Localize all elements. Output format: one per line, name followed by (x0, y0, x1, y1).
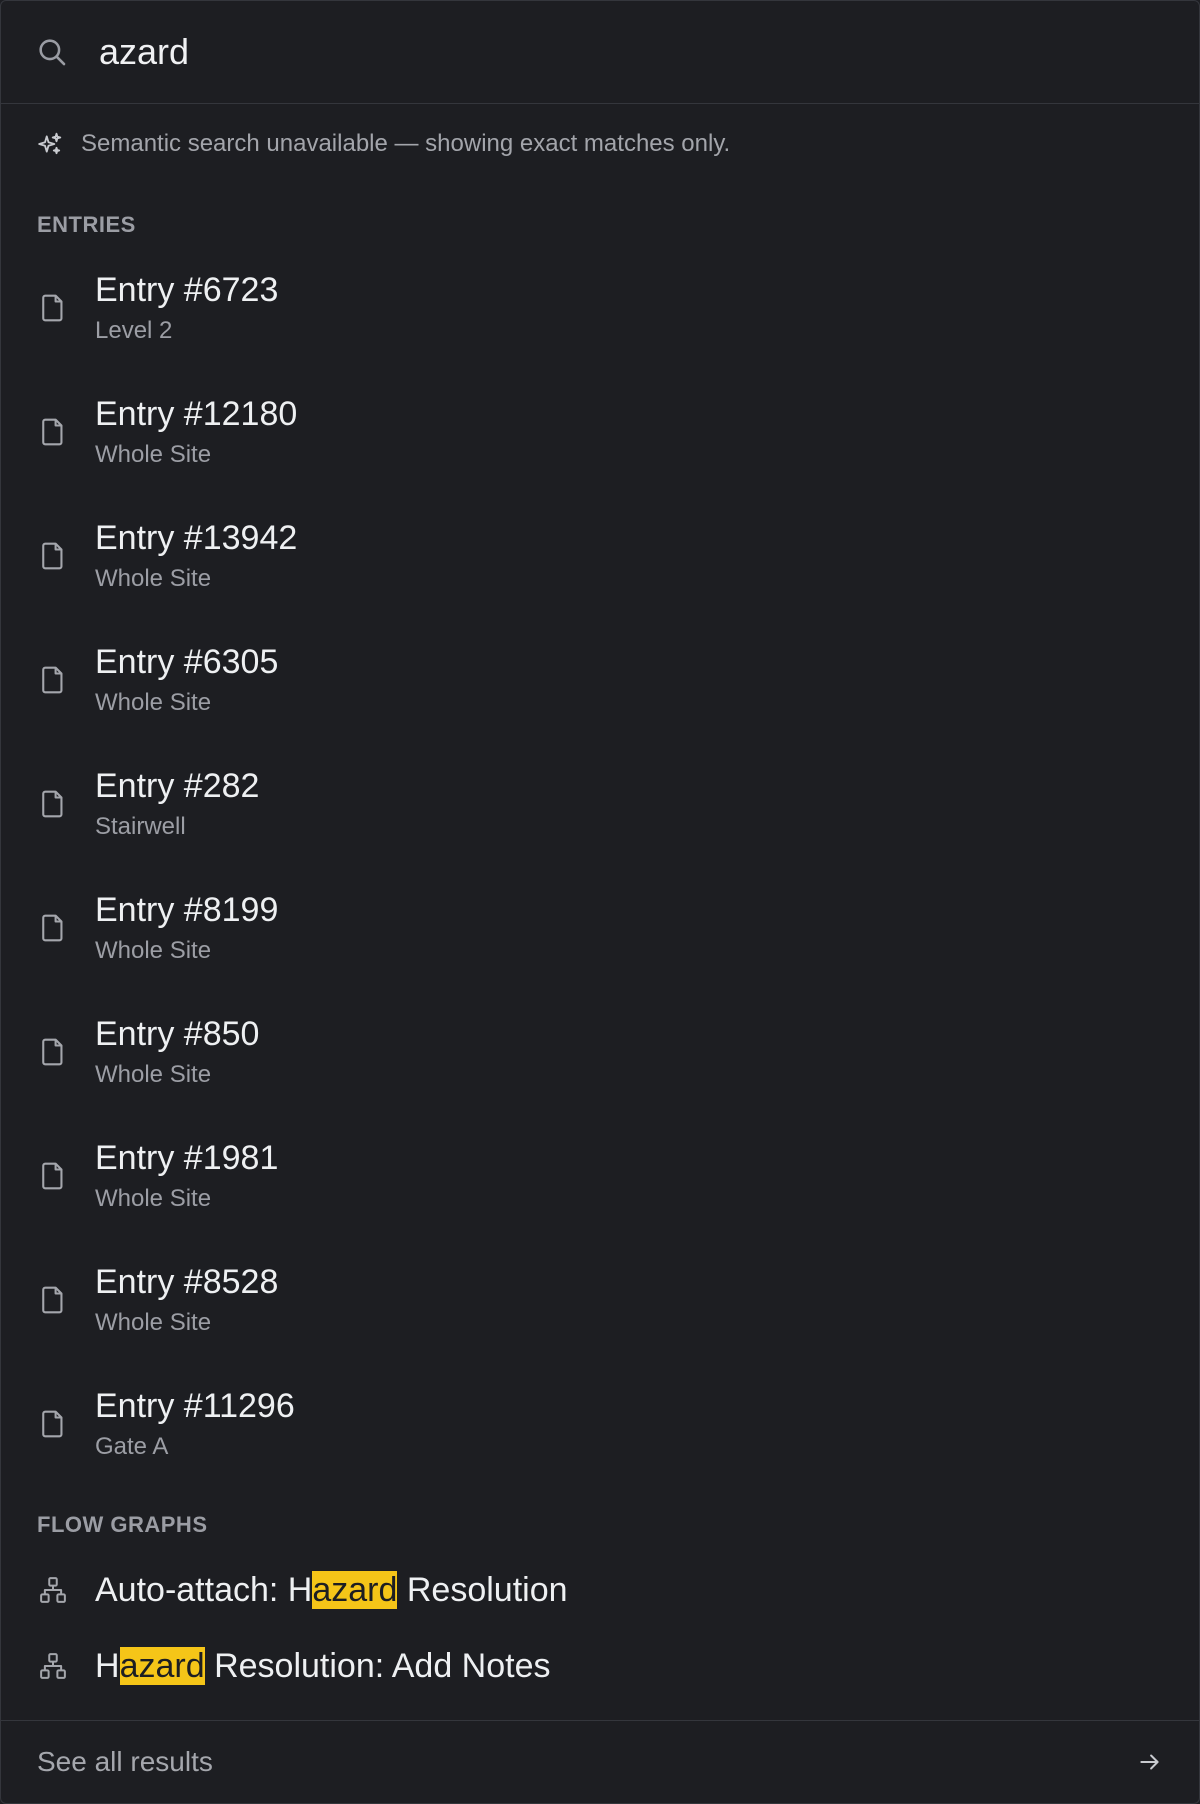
search-palette: Semantic search unavailable — showing ex… (0, 0, 1200, 1804)
document-icon (40, 1284, 66, 1316)
entry-location: Whole Site (95, 937, 212, 964)
entry-location: Whole Site (95, 565, 212, 592)
entry-row[interactable]: Entry #11296 Gate A (1, 1362, 1199, 1486)
flow-graph-row[interactable]: Hazard Resolution: Add Notes (1, 1628, 1199, 1704)
entry-location: Whole Site (95, 1061, 212, 1088)
entries-heading: ENTRIES (37, 212, 136, 237)
semantic-search-notice: Semantic search unavailable — showing ex… (1, 104, 1199, 184)
entry-text: Entry #11296 Gate A (95, 1385, 295, 1463)
entry-row[interactable]: Entry #13942 Whole Site (1, 494, 1199, 618)
entries-list: Entry #6723 Level 2 Entry #12180 Whole S… (1, 246, 1199, 1486)
flow-title-suffix: Resolution: Add Notes (204, 1646, 551, 1685)
entry-location: Stairwell (95, 813, 186, 840)
entry-title: Entry #12180 (95, 395, 298, 433)
document-icon (40, 416, 66, 448)
entry-text: Entry #1981 Whole Site (95, 1137, 278, 1215)
entry-text: Entry #8528 Whole Site (95, 1261, 278, 1339)
entry-text: Entry #13942 Whole Site (95, 517, 297, 595)
flow-graph-row[interactable]: Auto-attach: Hazard Resolution (1, 1552, 1199, 1628)
entry-row[interactable]: Entry #6305 Whole Site (1, 618, 1199, 742)
entry-row[interactable]: Entry #12180 Whole Site (1, 370, 1199, 494)
entry-title: Entry #282 (95, 767, 260, 805)
search-input[interactable] (99, 22, 1199, 82)
flow-graphs-list: Auto-attach: Hazard Resolution Hazard Re… (1, 1552, 1199, 1704)
entry-title: Entry #6723 (95, 271, 279, 309)
notice-text: Semantic search unavailable — showing ex… (81, 130, 731, 157)
entry-row[interactable]: Entry #6723 Level 2 (1, 246, 1199, 370)
entry-row[interactable]: Entry #8528 Whole Site (1, 1238, 1199, 1362)
entry-location: Whole Site (95, 441, 212, 468)
entry-location: Level 2 (95, 317, 173, 344)
search-match-highlight: azard (119, 1646, 205, 1685)
entry-text: Entry #6723 Level 2 (95, 269, 278, 347)
entry-row[interactable]: Entry #8199 Whole Site (1, 866, 1199, 990)
entry-row[interactable]: Entry #282 Stairwell (1, 742, 1199, 866)
document-icon (40, 1036, 66, 1068)
entry-location: Whole Site (95, 1185, 212, 1212)
see-all-results-label: See all results (37, 1746, 213, 1777)
flow-graph-icon (38, 1651, 68, 1681)
entry-title: Entry #850 (95, 1015, 260, 1053)
document-icon (40, 788, 66, 820)
entry-row[interactable]: Entry #850 Whole Site (1, 990, 1199, 1114)
document-icon (40, 1160, 66, 1192)
entry-title: Entry #11296 (95, 1387, 295, 1425)
entry-text: Entry #282 Stairwell (95, 765, 259, 843)
entry-location: Whole Site (95, 689, 212, 716)
entry-text: Entry #8199 Whole Site (95, 889, 278, 967)
entry-title: Entry #13942 (95, 519, 298, 557)
document-icon (40, 664, 66, 696)
entry-title: Entry #6305 (95, 643, 279, 681)
flow-graph-title: Hazard Resolution: Add Notes (95, 1646, 551, 1686)
document-icon (40, 540, 66, 572)
flow-title-prefix: H (95, 1646, 120, 1685)
sparkle-icon (37, 131, 63, 157)
flow-graph-title: Auto-attach: Hazard Resolution (95, 1570, 568, 1610)
entry-title: Entry #8199 (95, 891, 279, 929)
document-icon (40, 912, 66, 944)
see-all-results-button[interactable]: See all results (1, 1720, 1199, 1803)
entry-title: Entry #8528 (95, 1263, 279, 1301)
search-icon (35, 35, 69, 69)
flow-title-suffix: Resolution (397, 1570, 568, 1609)
arrow-right-icon (1137, 1749, 1163, 1775)
entry-text: Entry #12180 Whole Site (95, 393, 297, 471)
entry-text: Entry #850 Whole Site (95, 1013, 259, 1091)
search-match-highlight: azard (312, 1570, 398, 1609)
entry-row[interactable]: Entry #1981 Whole Site (1, 1114, 1199, 1238)
entry-text: Entry #6305 Whole Site (95, 641, 278, 719)
flow-graphs-heading: FLOW GRAPHS (37, 1512, 208, 1537)
entry-location: Gate A (95, 1433, 169, 1460)
entry-title: Entry #1981 (95, 1139, 279, 1177)
entry-location: Whole Site (95, 1309, 212, 1336)
flow-graph-icon (38, 1575, 68, 1605)
document-icon (40, 292, 66, 324)
search-bar (1, 1, 1199, 104)
flow-title-prefix: Auto-attach: H (95, 1570, 313, 1609)
document-icon (40, 1408, 66, 1440)
